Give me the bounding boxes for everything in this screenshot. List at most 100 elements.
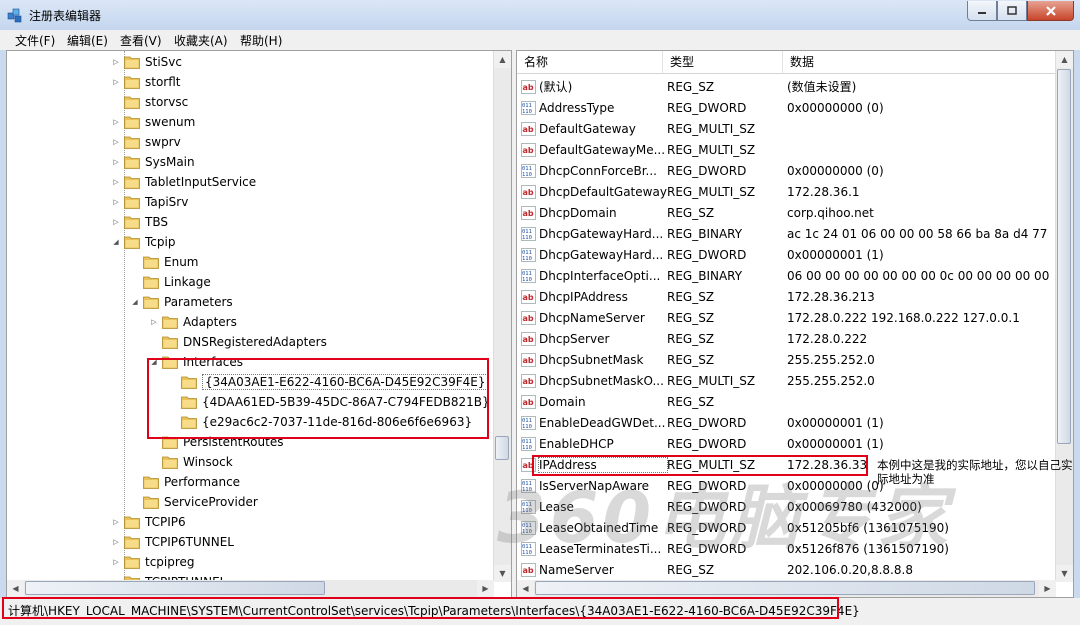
value-type: REG_SZ xyxy=(667,205,715,220)
expand-arrow-icon[interactable]: ▷ xyxy=(111,218,121,226)
column-header-name[interactable]: 名称 xyxy=(517,51,663,73)
value-row[interactable]: ab DhcpIPAddress REG_SZ 172.28.36.213 xyxy=(521,286,1052,307)
tree-hscroll-thumb[interactable] xyxy=(25,581,325,595)
expand-arrow-icon[interactable]: ▷ xyxy=(111,538,121,546)
tree-node[interactable]: ▷ SysMain xyxy=(111,152,194,172)
maximize-button[interactable] xyxy=(997,1,1027,21)
value-row[interactable]: ab DhcpNameServer REG_SZ 172.28.0.222 192.1… xyxy=(521,307,1052,328)
svg-text:ab: ab xyxy=(523,566,534,575)
tree-node[interactable]: ▷ TCPIP6TUNNEL xyxy=(111,532,234,552)
value-row[interactable]: 011 110 LeaseTerminatesTi... REG_DWORD 0x512… xyxy=(521,538,1052,559)
value-row[interactable]: 011 110 EnableDeadGWDet... REG_DWORD 0x00000… xyxy=(521,412,1052,433)
expand-arrow-icon[interactable]: ▷ xyxy=(111,138,121,146)
value-row[interactable]: ab (默认) REG_SZ (数值未设置) xyxy=(521,76,1052,97)
expand-arrow-icon[interactable]: ▷ xyxy=(111,118,121,126)
value-data: 0x00000000 (0) xyxy=(787,163,884,178)
tree-node-label: TBS xyxy=(145,215,168,229)
value-row[interactable]: ab NameServer REG_SZ 202.106.0.20,8.8.8.8 xyxy=(521,559,1052,580)
expand-arrow-icon[interactable]: ▷ xyxy=(149,318,159,326)
scroll-down-arrow-icon[interactable]: ▼ xyxy=(1056,565,1073,582)
menu-edit[interactable]: 编辑(E) xyxy=(67,32,108,49)
list-hscroll-thumb[interactable] xyxy=(535,581,1035,595)
menu-favorites[interactable]: 收藏夹(A) xyxy=(174,32,228,49)
svg-text:ab: ab xyxy=(523,356,534,365)
scroll-right-arrow-icon[interactable]: ▶ xyxy=(1039,580,1056,597)
minimize-button[interactable] xyxy=(967,1,997,21)
tree-node-label: Parameters xyxy=(164,295,233,309)
tree-node[interactable]: ▷ TabletInputService xyxy=(111,172,256,192)
tree-node[interactable]: ServiceProvider xyxy=(130,492,258,512)
list-vertical-scrollbar[interactable]: ▲ ▼ xyxy=(1055,51,1073,582)
tree-node[interactable]: ▷ TBS xyxy=(111,212,168,232)
tree-node[interactable]: Performance xyxy=(130,472,240,492)
scroll-down-arrow-icon[interactable]: ▼ xyxy=(494,565,511,582)
value-row[interactable]: ab DhcpDefaultGateway REG_MULTI_SZ 172.28.3… xyxy=(521,181,1052,202)
menu-help[interactable]: 帮助(H) xyxy=(240,32,282,49)
scroll-up-arrow-icon[interactable]: ▲ xyxy=(1056,51,1073,68)
expand-arrow-icon[interactable]: ▷ xyxy=(111,78,121,86)
menu-view[interactable]: 查看(V) xyxy=(120,32,162,49)
tree-node[interactable]: ▷ TCPIP6 xyxy=(111,512,185,532)
tree-node[interactable]: ◢ Tcpip xyxy=(111,232,175,252)
tree-node[interactable]: ▷ Adapters xyxy=(149,312,237,332)
expand-arrow-icon[interactable]: ▷ xyxy=(111,58,121,66)
expand-arrow-icon[interactable]: ▷ xyxy=(111,158,121,166)
tree-node[interactable]: ▷ tcpipreg xyxy=(111,552,194,572)
value-row[interactable]: 011 110 DhcpGatewayHard... REG_BINARY ac 1c … xyxy=(521,223,1052,244)
close-button[interactable] xyxy=(1027,1,1074,21)
value-row[interactable]: ab DhcpServer REG_SZ 172.28.0.222 xyxy=(521,328,1052,349)
value-row[interactable]: 011 110 AddressType REG_DWORD 0x00000000 (0) xyxy=(521,97,1052,118)
column-header-type[interactable]: 类型 xyxy=(663,51,783,73)
value-type: REG_SZ xyxy=(667,562,715,577)
tree-scroll-thumb[interactable] xyxy=(495,436,509,460)
scroll-left-arrow-icon[interactable]: ◀ xyxy=(517,580,534,597)
value-row[interactable]: 011 110 LeaseObtainedTime REG_DWORD 0x51205b… xyxy=(521,517,1052,538)
collapse-arrow-icon[interactable]: ◢ xyxy=(111,238,121,246)
title-bar[interactable]: 注册表编辑器 xyxy=(0,0,1080,30)
tree-node[interactable]: ▷ storflt xyxy=(111,72,180,92)
value-row[interactable]: 011 110 Lease REG_DWORD 0x00069780 (432000) xyxy=(521,496,1052,517)
tree-node[interactable]: Linkage xyxy=(130,272,211,292)
list-scroll-thumb[interactable] xyxy=(1057,69,1071,444)
folder-icon xyxy=(124,156,140,169)
menu-file[interactable]: 文件(F) xyxy=(15,32,55,49)
svg-text:ab: ab xyxy=(523,398,534,407)
scroll-right-arrow-icon[interactable]: ▶ xyxy=(477,580,494,597)
tree-node[interactable]: ◢ Parameters xyxy=(130,292,233,312)
tree-node[interactable]: ▷ StiSvc xyxy=(111,52,182,72)
registry-values-pane[interactable]: 名称 类型 数据 ab (默认) REG_SZ (数值未设置) 011 110 Addres… xyxy=(516,50,1074,598)
folder-icon xyxy=(124,556,140,569)
tree-node[interactable]: ▷ swenum xyxy=(111,112,195,132)
column-header-data[interactable]: 数据 xyxy=(783,51,1058,73)
collapse-arrow-icon[interactable]: ◢ xyxy=(130,298,140,306)
value-row[interactable]: 011 110 DhcpGatewayHard... REG_DWORD 0x00000… xyxy=(521,244,1052,265)
tree-node[interactable]: storvsc xyxy=(111,92,188,112)
expand-arrow-icon[interactable]: ▷ xyxy=(111,178,121,186)
value-type: REG_BINARY xyxy=(667,268,743,283)
expand-arrow-icon[interactable]: ▷ xyxy=(111,198,121,206)
value-row[interactable]: ab Domain REG_SZ xyxy=(521,391,1052,412)
tree-node[interactable]: Enum xyxy=(130,252,198,272)
scroll-up-arrow-icon[interactable]: ▲ xyxy=(494,51,511,68)
value-type: REG_SZ xyxy=(667,352,715,367)
tree-node[interactable]: Winsock xyxy=(149,452,233,472)
tree-vertical-scrollbar[interactable]: ▲ ▼ xyxy=(493,51,511,582)
list-horizontal-scrollbar[interactable]: ◀ ▶ xyxy=(517,580,1056,597)
tree-node[interactable]: ▷ swprv xyxy=(111,132,180,152)
scroll-left-arrow-icon[interactable]: ◀ xyxy=(7,580,24,597)
value-row[interactable]: 011 110 EnableDHCP REG_DWORD 0x00000001 (1) xyxy=(521,433,1052,454)
value-row[interactable]: ab DhcpSubnetMask REG_SZ 255.255.252.0 xyxy=(521,349,1052,370)
value-row[interactable]: ab DhcpSubnetMaskO... REG_MULTI_SZ 255.255.… xyxy=(521,370,1052,391)
expand-arrow-icon[interactable]: ▷ xyxy=(111,518,121,526)
expand-arrow-icon[interactable]: ▷ xyxy=(111,558,121,566)
tree-node[interactable]: DNSRegisteredAdapters xyxy=(149,332,327,352)
tree-node[interactable]: ▷ TapiSrv xyxy=(111,192,188,212)
value-row[interactable]: ab DhcpDomain REG_SZ corp.qihoo.net xyxy=(521,202,1052,223)
value-row[interactable]: 011 110 DhcpConnForceBr... REG_DWORD 0x00000… xyxy=(521,160,1052,181)
tree-horizontal-scrollbar[interactable]: ◀ ▶ xyxy=(7,580,494,597)
value-row[interactable]: ab DefaultGatewayMe... REG_MULTI_SZ xyxy=(521,139,1052,160)
registry-editor-icon xyxy=(7,8,22,23)
value-row[interactable]: 011 110 DhcpInterfaceOpti... REG_BINARY 06 0… xyxy=(521,265,1052,286)
value-row[interactable]: ab DefaultGateway REG_MULTI_SZ xyxy=(521,118,1052,139)
registry-tree-pane[interactable]: ▷ StiSvc ▷ storflt storvsc ▷ swenum ▷ swprv ▷ SysM… xyxy=(6,50,512,598)
